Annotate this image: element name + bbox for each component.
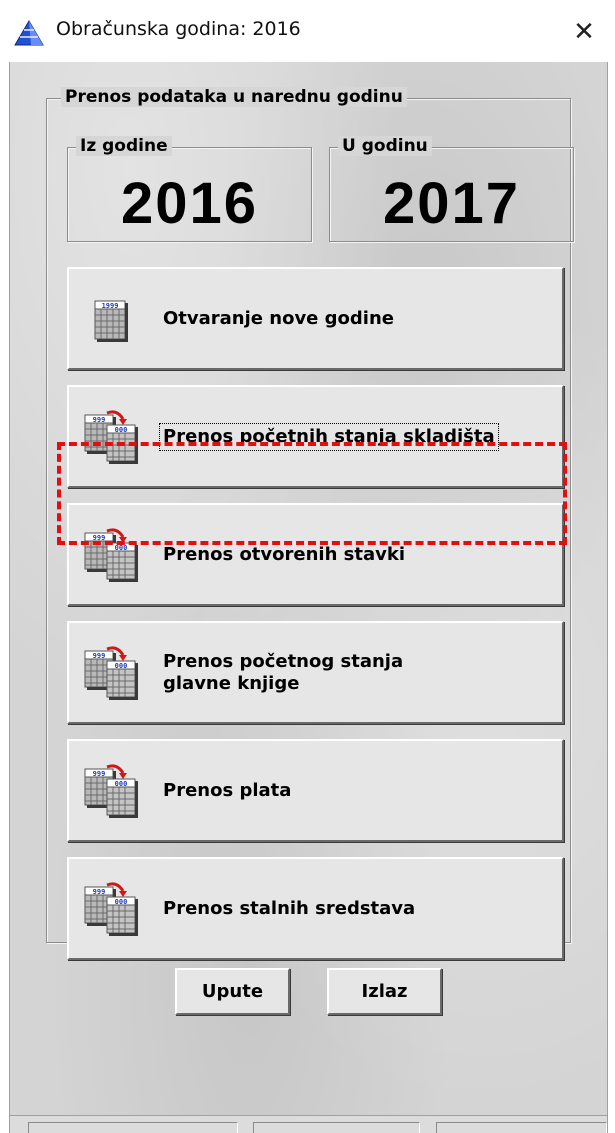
title-bar[interactable]: Obračunska godina: 2016 ✕ — [0, 0, 615, 62]
transfer-open-items-label: Prenos otvorenih stavki — [163, 543, 405, 565]
help-button[interactable]: Upute — [175, 968, 290, 1015]
dialog-window: Obračunska godina: 2016 ✕ Prenos podatak… — [0, 0, 615, 1133]
group-title: Prenos podataka u narednu godinu — [61, 87, 407, 107]
window-title: Obračunska godina: 2016 — [56, 18, 301, 40]
transfer-warehouse-label-wrap: Prenos početnih stanja skladišta — [159, 387, 552, 486]
status-panel-2 — [253, 1122, 420, 1133]
transfer-payroll-label: Prenos plata — [163, 779, 292, 801]
transfer-fixed-assets-label: Prenos stalnih sredstava — [163, 897, 416, 919]
transfer-general-ledger-label: Prenos početnog stanja glavne knjige — [163, 650, 404, 694]
status-bar — [10, 1115, 607, 1133]
transfer-payroll-button[interactable]: Prenos plata — [67, 739, 564, 842]
transfer-warehouse-label: Prenos početnih stanja skladišta — [159, 422, 499, 451]
calendar-transfer-icon — [81, 407, 143, 469]
blue-pyramid-icon — [14, 20, 44, 46]
calendar-icon — [81, 289, 143, 351]
transfer-warehouse-button[interactable]: Prenos početnih stanja skladišta — [67, 385, 564, 488]
transfer-group: Prenos podataka u narednu godinu Iz godi… — [46, 87, 574, 960]
transfer-open-items-button[interactable]: Prenos otvorenih stavki — [67, 503, 564, 606]
exit-button[interactable]: Izlaz — [327, 968, 442, 1015]
to-year-label: U godinu — [338, 136, 432, 156]
transfer-fixed-assets-button[interactable]: Prenos stalnih sredstava — [67, 857, 564, 960]
from-year-box: Iz godine 2016 — [67, 136, 312, 242]
transfer-general-ledger-button[interactable]: Prenos početnog stanja glavne knjige — [67, 621, 564, 724]
client-area: Prenos podataka u narednu godinu Iz godi… — [9, 62, 608, 1133]
from-year-value: 2016 — [120, 171, 259, 236]
calendar-transfer-icon — [81, 879, 143, 941]
calendar-transfer-icon — [81, 643, 143, 705]
to-year-value: 2017 — [382, 171, 521, 236]
calendar-transfer-icon — [81, 525, 143, 587]
from-year-label: Iz godine — [76, 136, 172, 156]
open-new-year-label: Otvaranje nove godine — [163, 307, 394, 329]
close-icon[interactable]: ✕ — [560, 8, 608, 56]
open-new-year-button[interactable]: Otvaranje nove godine — [67, 267, 564, 370]
calendar-transfer-icon — [81, 761, 143, 823]
status-panel-1 — [28, 1122, 238, 1133]
status-panel-3 — [436, 1122, 607, 1133]
to-year-box: U godinu 2017 — [329, 136, 574, 242]
